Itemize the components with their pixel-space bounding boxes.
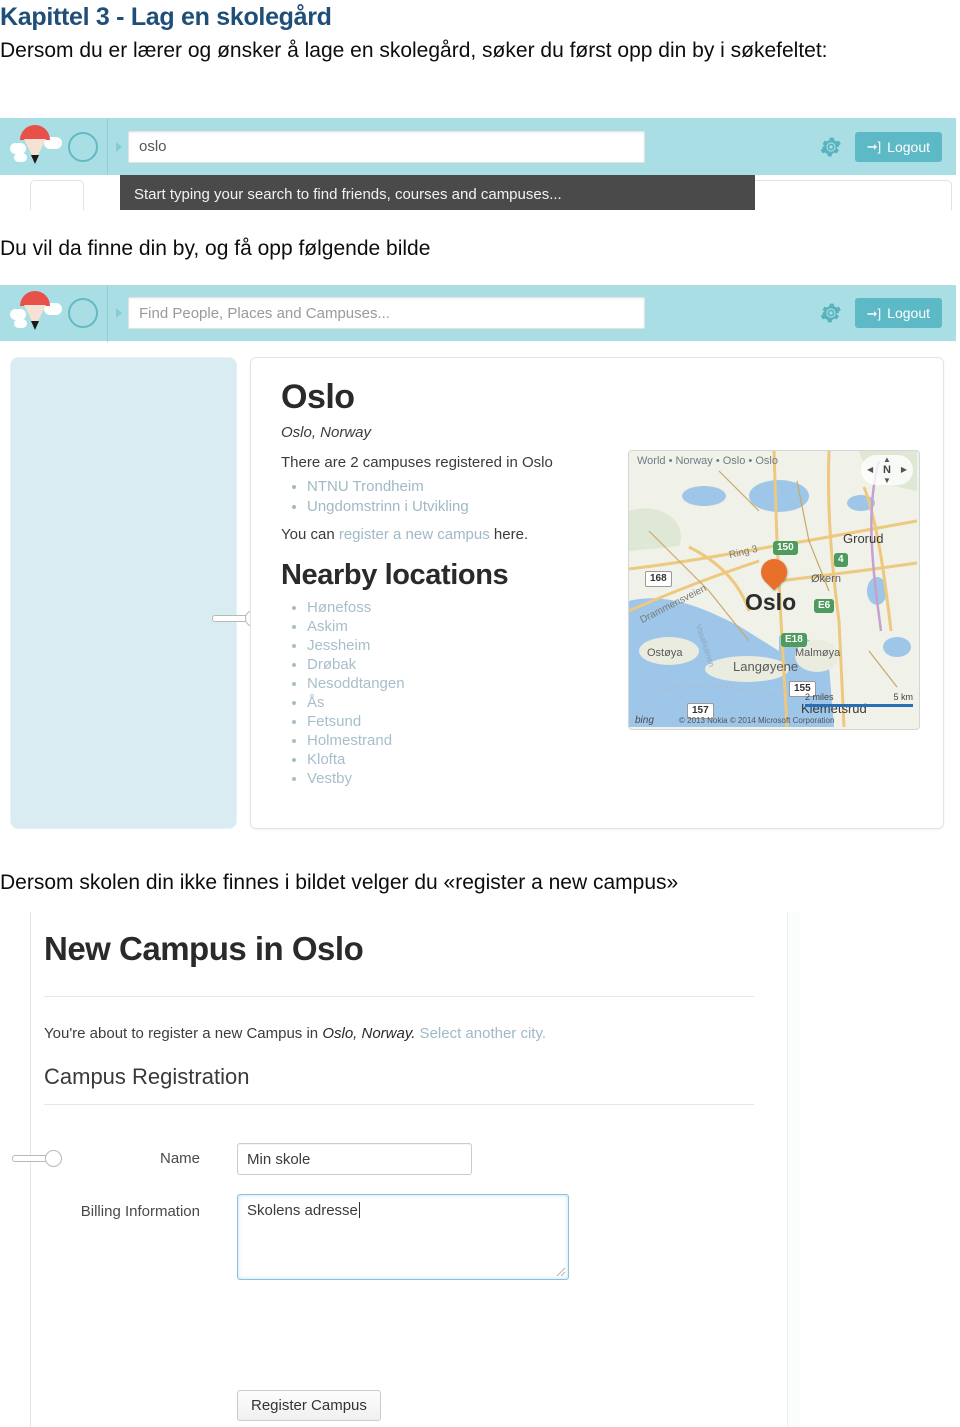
city-name: Oslo [281, 378, 355, 416]
name-field[interactable]: Min skole [237, 1143, 472, 1175]
city-content-card: Oslo Oslo, Norway There are 2 campuses r… [250, 357, 944, 829]
map-place-label: Økern [811, 573, 841, 585]
list-item[interactable]: Askim [307, 618, 611, 635]
screenshot-city-page: Find People, Places and Campuses... ➞] L… [0, 285, 956, 850]
search-input[interactable]: Find People, Places and Campuses... [128, 297, 645, 329]
scale-miles: 2 miles [805, 692, 834, 702]
list-item[interactable]: Fetsund [307, 713, 611, 730]
road-shield: E18 [781, 633, 807, 647]
lead-text: You're about to register a new Campus in… [44, 1025, 546, 1042]
list-item[interactable]: Ås [307, 694, 611, 711]
header-actions-2: ➞] Logout [819, 298, 956, 328]
brand-area-2[interactable] [0, 285, 108, 342]
map-scale: 2 miles 5 km [805, 692, 913, 707]
pencil-cloud-logo-icon [8, 123, 64, 171]
map-place-label: Malmøya [795, 647, 841, 659]
compass-control-icon[interactable]: ◀ ▶ ▲ ▼ N [861, 455, 913, 485]
list-item[interactable]: Jessheim [307, 637, 611, 654]
left-sidebar-panel [10, 357, 237, 829]
app-header-1: oslo ➞] Logout [0, 118, 956, 175]
app-header-2: Find People, Places and Campuses... ➞] L… [0, 285, 956, 342]
map-attribution: © 2013 Nokia © 2014 Microsoft Corporatio… [679, 716, 835, 725]
right-edge-strip [787, 912, 800, 1427]
list-item[interactable]: Ungdomstrinn i Utvikling [307, 498, 611, 515]
logout-label: Logout [887, 138, 930, 155]
map-place-label: Langøyene [733, 659, 799, 674]
search-hint-tooltip: Start typing your search to find friends… [120, 175, 755, 210]
list-item[interactable]: Nesoddtangen [307, 675, 611, 692]
pencil-cloud-logo-icon [8, 289, 64, 337]
title-divider [44, 996, 754, 997]
nearby-locations-list: Hønefoss Askim Jessheim Drøbak Nesoddtan… [281, 599, 611, 787]
brand-area-1[interactable] [0, 118, 108, 175]
screenshot-new-campus-form: New Campus in Oslo You're about to regis… [0, 912, 806, 1427]
list-item[interactable]: Vestby [307, 770, 611, 787]
page-title: Kapittel 3 - Lag en skolegård [0, 3, 332, 31]
lead-city: Oslo, Norway. [322, 1025, 416, 1042]
map-place-label: Ostøya [647, 647, 683, 659]
avatar-ring-icon [68, 131, 98, 162]
list-item[interactable]: NTNU Trondheim [307, 478, 611, 495]
resize-grip-icon[interactable] [556, 1267, 566, 1277]
billing-field-label: Billing Information [80, 1203, 200, 1220]
city-info-block: Oslo Oslo, Norway There are 2 campuses r… [281, 378, 611, 789]
road-shield: E6 [814, 599, 835, 613]
register-hint: You can register a new campus here. [281, 526, 611, 543]
scale-km: 5 km [893, 692, 913, 702]
panel-divider [30, 912, 31, 1427]
avatar-ring-icon [68, 298, 98, 328]
document-page: Kapittel 3 - Lag en skolegård Dersom du … [0, 0, 960, 1427]
map-place-label: Grorud [843, 531, 884, 546]
screenshot-search-typing: oslo ➞] Logout Start typing your search … [0, 118, 956, 210]
gear-icon[interactable] [819, 301, 843, 325]
logout-label: Logout [887, 305, 930, 321]
register-campus-button[interactable]: Register Campus [237, 1390, 381, 1421]
register-new-campus-link[interactable]: register a new campus [339, 526, 490, 543]
logout-icon: ➞] [866, 305, 882, 321]
name-field-label: Name [159, 1150, 200, 1167]
list-item[interactable]: Hønefoss [307, 599, 611, 616]
logout-button[interactable]: ➞] Logout [854, 131, 942, 162]
campus-list: NTNU Trondheim Ungdomstrinn i Utvikling [281, 478, 611, 515]
register-prefix: You can [281, 526, 339, 543]
paragraph-two: Du vil da finne din by, og få opp følgen… [0, 237, 431, 260]
city-subtitle: Oslo, Norway [281, 424, 372, 441]
city-map[interactable]: World • Norway • Oslo • Oslo ◀ ▶ ▲ ▼ N 1… [628, 450, 920, 730]
chevron-right-icon [116, 308, 122, 318]
logout-icon: ➞] [866, 139, 882, 154]
billing-information-field[interactable]: Skolens adresse [237, 1194, 569, 1280]
text-cursor [358, 1202, 360, 1218]
list-item[interactable]: Holmestrand [307, 732, 611, 749]
section-divider [44, 1104, 754, 1105]
intro-paragraph: Dersom du er lærer og ønsker å lage en s… [0, 39, 828, 62]
map-city-label: Oslo [745, 589, 797, 615]
form-drag-handle[interactable] [12, 1150, 62, 1167]
logout-button[interactable]: ➞] Logout [854, 298, 942, 328]
register-suffix: here. [489, 526, 529, 543]
select-another-city-link[interactable]: Select another city. [415, 1025, 546, 1042]
road-shield: 4 [834, 553, 848, 567]
bing-logo-icon[interactable]: bing [635, 715, 654, 726]
road-shield: 150 [773, 541, 798, 555]
road-shield: 168 [645, 571, 672, 587]
list-item[interactable]: Klofta [307, 751, 611, 768]
campus-count-line: There are 2 campuses registered in Oslo [281, 454, 553, 471]
nearby-heading: Nearby locations [281, 559, 509, 591]
billing-value: Skolens adresse [247, 1202, 358, 1219]
gear-icon[interactable] [819, 135, 843, 159]
map-breadcrumb: World • Norway • Oslo • Oslo [637, 455, 778, 467]
new-campus-title: New Campus in Oslo [44, 930, 364, 967]
chevron-right-icon [116, 141, 122, 152]
list-item[interactable]: Drøbak [307, 656, 611, 673]
left-panel-top-1 [30, 180, 84, 210]
search-input[interactable]: oslo [128, 130, 645, 163]
section-title: Campus Registration [44, 1064, 250, 1089]
paragraph-three: Dersom skolen din ikke finnes i bildet v… [0, 871, 679, 894]
compass-north-label: N [883, 464, 891, 476]
header-actions-1: ➞] Logout [819, 131, 956, 162]
lead-prefix: You're about to register a new Campus in [44, 1025, 323, 1042]
